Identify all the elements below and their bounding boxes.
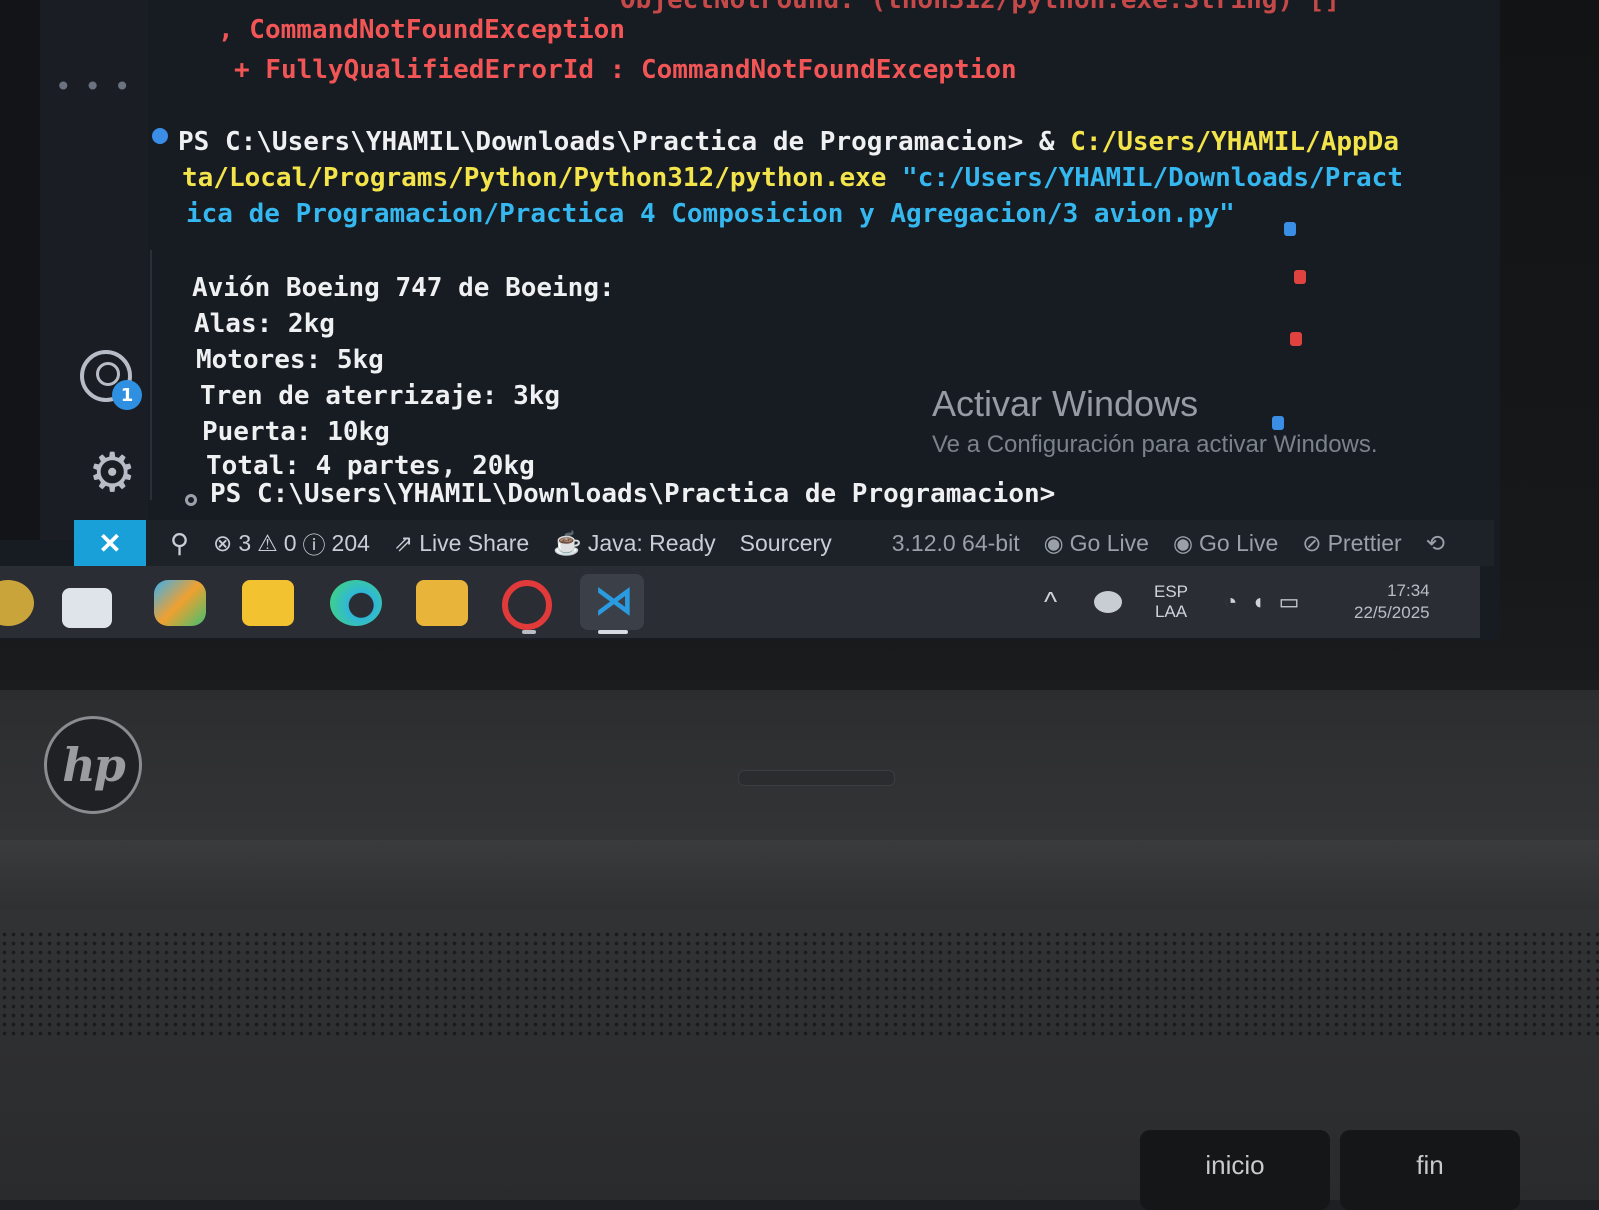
warning-icon: ⚠ xyxy=(257,529,278,556)
app-active-indicator xyxy=(598,630,628,634)
status-bar: ✕ ⚲ ⊗ 3 ⚠ 0 ⓘ 204 ⇗ Live Share ☕ Java: Ready … xyxy=(74,520,1494,566)
command-arg-part1: "c:/Users/YHAMIL/Downloads/Pract xyxy=(886,163,1403,193)
language-code: ESP xyxy=(1154,582,1189,601)
hp-logo-text: hp xyxy=(62,738,126,792)
live-share-button[interactable]: ⇗ Live Share xyxy=(394,530,529,557)
live-share-label: Live Share xyxy=(419,529,530,556)
key-inicio[interactable]: inicio xyxy=(1140,1130,1330,1210)
go-live-label: Go Live xyxy=(1069,529,1149,556)
tray-app-icon[interactable] xyxy=(1094,566,1122,638)
network-volume-battery-group[interactable]: ◔ ◖ ▭ xyxy=(1224,566,1299,638)
error-count: 3 xyxy=(238,529,252,556)
info-icon: ⓘ xyxy=(302,532,326,558)
broadcast-icon: ◉ xyxy=(1043,529,1064,556)
terminal-error-partial: ObjectNotFound: (thon312/python.exe:Stri… xyxy=(620,0,1341,15)
ports-icon[interactable]: ⚲ xyxy=(170,528,189,559)
watermark-subtitle: Ve a Configuración para activar Windows. xyxy=(932,431,1378,458)
copilot-icon[interactable] xyxy=(154,580,206,626)
watermark-title: Activar Windows xyxy=(932,383,1199,424)
java-status[interactable]: ☕ Java: Ready xyxy=(553,530,716,557)
terminal-gutter xyxy=(150,250,152,500)
wifi-icon: ◔ xyxy=(1224,589,1238,614)
keyboard-layout: LAA xyxy=(1154,602,1188,621)
vscode-taskbar-button[interactable]: ⋊ xyxy=(580,574,644,630)
gear-icon[interactable]: ⚙ xyxy=(88,446,136,500)
check-icon: ⊘ xyxy=(1302,529,1322,556)
activate-windows-watermark: Activar Windows Ve a Configuración para … xyxy=(932,382,1378,460)
problems-indicator[interactable]: ⊗ 3 ⚠ 0 ⓘ 204 xyxy=(213,526,370,560)
command-exe-part1: C:/Users/YHAMIL/AppDa xyxy=(1070,127,1399,157)
clock-date: 22/5/2025 xyxy=(1354,603,1430,622)
python-interpreter[interactable]: 3.12.0 64-bit xyxy=(892,530,1020,557)
store-icon[interactable] xyxy=(416,580,468,626)
terminal-error-line: , CommandNotFoundException xyxy=(218,15,625,45)
file-explorer-icon[interactable] xyxy=(242,580,294,626)
language-indicator[interactable]: ESP LAA xyxy=(1154,566,1188,638)
command-status-dot[interactable] xyxy=(152,128,168,144)
output-line: Avión Boeing 747 de Boeing: xyxy=(192,273,615,303)
clock-time: 17:34 xyxy=(1387,581,1430,600)
prettier-label: Prettier xyxy=(1327,529,1402,556)
warning-count: 0 xyxy=(283,529,297,556)
remote-icon[interactable]: ✕ xyxy=(74,520,146,566)
notifications-icon[interactable]: ⟲ xyxy=(1426,530,1445,557)
edge-browser-icon[interactable] xyxy=(330,580,382,626)
coffee-icon: ☕ xyxy=(553,529,582,556)
terminal-command-cont: ta/Local/Programs/Python/Python312/pytho… xyxy=(182,160,1403,196)
account-badge: 1 xyxy=(112,380,142,410)
scroll-marker xyxy=(1284,222,1296,236)
output-line: Alas: 2kg xyxy=(194,309,335,339)
speaker-grill xyxy=(0,930,1599,1040)
activity-bar-edge xyxy=(0,0,40,540)
vscode-icon: ⋊ xyxy=(594,578,634,624)
opera-icon[interactable] xyxy=(502,580,552,630)
scroll-marker xyxy=(1294,270,1306,284)
live-share-icon: ⇗ xyxy=(393,529,414,556)
sourcery-button[interactable]: Sourcery xyxy=(740,530,832,557)
command-status-dot-empty[interactable] xyxy=(185,494,197,506)
terminal-final-prompt[interactable]: PS C:\Users\YHAMIL\Downloads\Practica de… xyxy=(210,476,1055,512)
output-line: Puerta: 10kg xyxy=(202,417,390,447)
java-status-label: Java: Ready xyxy=(587,529,716,556)
key-fin[interactable]: fin xyxy=(1340,1130,1520,1210)
scroll-marker xyxy=(1290,332,1302,346)
prompt-prefix: PS C:\Users\YHAMIL\Downloads\Practica de… xyxy=(178,127,1071,157)
volume-icon: ◖ xyxy=(1251,589,1265,614)
hinge-slot xyxy=(738,770,895,786)
activity-bar: • • • 1 ⚙ xyxy=(0,0,148,540)
more-actions-icon[interactable]: • • • xyxy=(55,70,132,103)
info-count: 204 xyxy=(331,529,370,556)
task-view-icon[interactable] xyxy=(62,588,112,628)
prettier-button[interactable]: ⊘ Prettier xyxy=(1302,530,1401,557)
output-line: Motores: 5kg xyxy=(196,345,384,375)
error-icon: ⊗ xyxy=(213,529,233,556)
clock[interactable]: 17:34 22/5/2025 xyxy=(1354,566,1430,638)
screen: • • • 1 ⚙ ObjectNotFound: (thon312/pytho… xyxy=(0,0,1500,640)
terminal-error-line: + FullyQualifiedErrorId : CommandNotFoun… xyxy=(234,55,1017,85)
terminal-prompt: PS C:\Users\YHAMIL\Downloads\Practica de… xyxy=(178,124,1399,160)
output-line: Tren de aterrizaje: 3kg xyxy=(200,381,561,411)
show-hidden-icons-chevron-icon[interactable]: ^ xyxy=(1044,566,1057,638)
hp-logo: hp xyxy=(44,716,142,814)
app-running-indicator xyxy=(522,630,536,634)
command-arg-part2: ica de Programacion/Practica 4 Composici… xyxy=(186,199,1235,229)
go-live-button-2[interactable]: ◉ Go Live xyxy=(1173,530,1278,557)
broadcast-icon: ◉ xyxy=(1172,529,1194,556)
go-live-button[interactable]: ◉ Go Live xyxy=(1044,530,1149,557)
battery-icon: ▭ xyxy=(1278,589,1300,614)
command-exe-part2: ta/Local/Programs/Python/Python312/pytho… xyxy=(182,163,887,193)
go-live-label: Go Live xyxy=(1199,529,1279,556)
laptop-hinge xyxy=(0,840,1599,910)
